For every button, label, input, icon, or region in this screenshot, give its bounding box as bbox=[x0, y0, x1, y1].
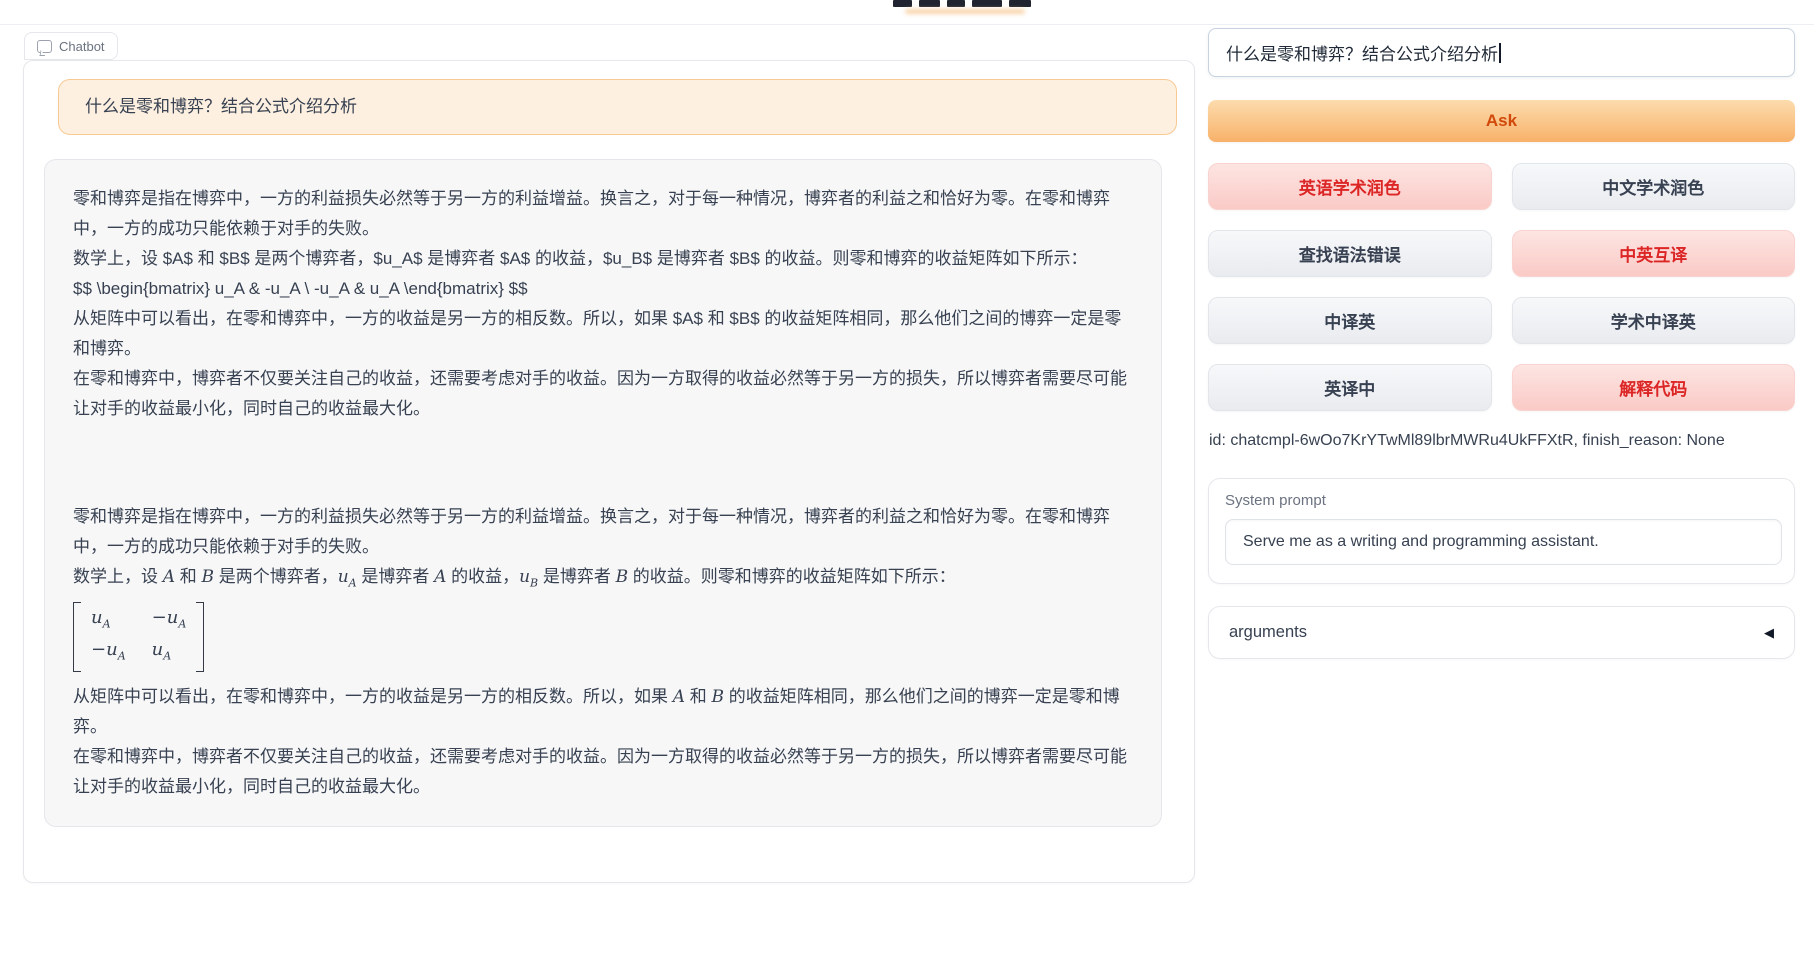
bot-paragraph: 从矩阵中可以看出，在零和博弈中，一方的收益是另一方的相反数。所以，如果 $A$ … bbox=[73, 304, 1133, 364]
bot-paragraph: 数学上，设 $A$ 和 $B$ 是两个博弈者，$u_A$ 是博弈者 $A$ 的收… bbox=[73, 244, 1133, 274]
system-prompt-label: System prompt bbox=[1225, 492, 1784, 509]
ask-button[interactable]: Ask bbox=[1208, 100, 1795, 142]
bot-paragraph: 在零和博弈中，博弈者不仅要关注自己的收益，还需要考虑对手的收益。因为一方取得的收… bbox=[73, 364, 1133, 424]
math-token: −uA bbox=[152, 607, 187, 628]
matrix-cell: uA bbox=[91, 605, 126, 637]
question-input[interactable]: 什么是零和博弈？结合公式介绍分析 bbox=[1208, 28, 1795, 77]
user-message-text: 什么是零和博弈？结合公式介绍分析 bbox=[85, 97, 357, 116]
action-button-6[interactable]: 学术中译英 bbox=[1512, 297, 1796, 344]
math-token: uA bbox=[152, 639, 172, 660]
matrix-cell: uA bbox=[152, 637, 187, 669]
question-input-value: 什么是零和博弈？结合公式介绍分析 bbox=[1226, 40, 1498, 65]
bot-paragraph: 数学上，设 A 和 B 是两个博弈者，uA 是博弈者 A 的收益，uB 是博弈者… bbox=[73, 562, 1133, 598]
text-cursor bbox=[1499, 43, 1501, 63]
math-token: uB bbox=[519, 567, 538, 587]
bot-message-bubble: 零和博弈是指在博弈中，一方的利益损失必然等于另一方的利益增益。换言之，对于每一种… bbox=[44, 159, 1162, 827]
chatbot-label: Chatbot bbox=[24, 32, 118, 60]
clipped-title-highlight bbox=[905, 9, 1025, 14]
arguments-accordion-label: arguments bbox=[1229, 623, 1307, 642]
action-button-3[interactable]: 查找语法错误 bbox=[1208, 230, 1492, 277]
action-button-2[interactable]: 中文学术润色 bbox=[1512, 163, 1796, 210]
bot-paragraph: 在零和博弈中，博弈者不仅要关注自己的收益，还需要考虑对手的收益。因为一方取得的收… bbox=[73, 742, 1133, 802]
math-token: A bbox=[673, 687, 685, 707]
math-token: uA bbox=[91, 607, 111, 628]
action-button-5[interactable]: 中译英 bbox=[1208, 297, 1492, 344]
chat-log[interactable]: 什么是零和博弈？结合公式介绍分析 零和博弈是指在博弈中，一方的利益损失必然等于另… bbox=[24, 61, 1194, 882]
matrix-cell: −uA bbox=[91, 637, 126, 669]
math-token: A bbox=[163, 567, 175, 587]
action-button-4[interactable]: 中英互译 bbox=[1512, 230, 1796, 277]
system-prompt-value: Serve me as a writing and programming as… bbox=[1243, 533, 1599, 551]
user-message-bubble: 什么是零和博弈？结合公式介绍分析 bbox=[58, 79, 1177, 135]
math-token: A bbox=[434, 567, 446, 587]
matrix-cell: −uA bbox=[152, 605, 187, 637]
chat-bubble-icon bbox=[37, 40, 52, 53]
payoff-matrix: uA −uA −uA uA bbox=[73, 598, 1133, 681]
math-token: B bbox=[616, 567, 629, 587]
math-token: B bbox=[711, 687, 724, 707]
system-prompt-input[interactable]: Serve me as a writing and programming as… bbox=[1225, 519, 1782, 565]
math-token: −uA bbox=[91, 639, 126, 660]
paragraph-gap bbox=[73, 424, 1133, 502]
chatbot-label-text: Chatbot bbox=[59, 39, 105, 54]
bot-paragraph: 零和博弈是指在博弈中，一方的利益损失必然等于另一方的利益增益。换言之，对于每一种… bbox=[73, 502, 1133, 562]
accordion-collapse-icon: ◀ bbox=[1764, 626, 1774, 639]
math-token: uA bbox=[338, 567, 357, 587]
top-divider bbox=[0, 24, 1814, 25]
prompt-action-grid: 英语学术润色中文学术润色查找语法错误中英互译中译英学术中译英英译中解释代码 bbox=[1208, 163, 1795, 411]
chatbot-panel: Chatbot 什么是零和博弈？结合公式介绍分析 零和博弈是指在博弈中，一方的利… bbox=[23, 60, 1195, 883]
system-prompt-box: System prompt Serve me as a writing and … bbox=[1208, 478, 1795, 584]
action-button-7[interactable]: 英译中 bbox=[1208, 364, 1492, 411]
clipped-page-title bbox=[893, 0, 1053, 8]
bot-paragraph: $$ \begin{bmatrix} u_A & -u_A \ -u_A & u… bbox=[73, 274, 1133, 304]
bot-paragraph: 从矩阵中可以看出，在零和博弈中，一方的收益是另一方的相反数。所以，如果 A 和 … bbox=[73, 682, 1133, 742]
math-token: B bbox=[201, 567, 214, 587]
action-button-1[interactable]: 英语学术润色 bbox=[1208, 163, 1492, 210]
arguments-accordion[interactable]: arguments ◀ bbox=[1208, 606, 1795, 659]
action-button-8[interactable]: 解释代码 bbox=[1512, 364, 1796, 411]
bot-paragraph: 零和博弈是指在博弈中，一方的利益损失必然等于另一方的利益增益。换言之，对于每一种… bbox=[73, 184, 1133, 244]
completion-status: id: chatcmpl-6wOo7KrYTwMl89lbrMWRu4UkFFX… bbox=[1209, 432, 1809, 450]
